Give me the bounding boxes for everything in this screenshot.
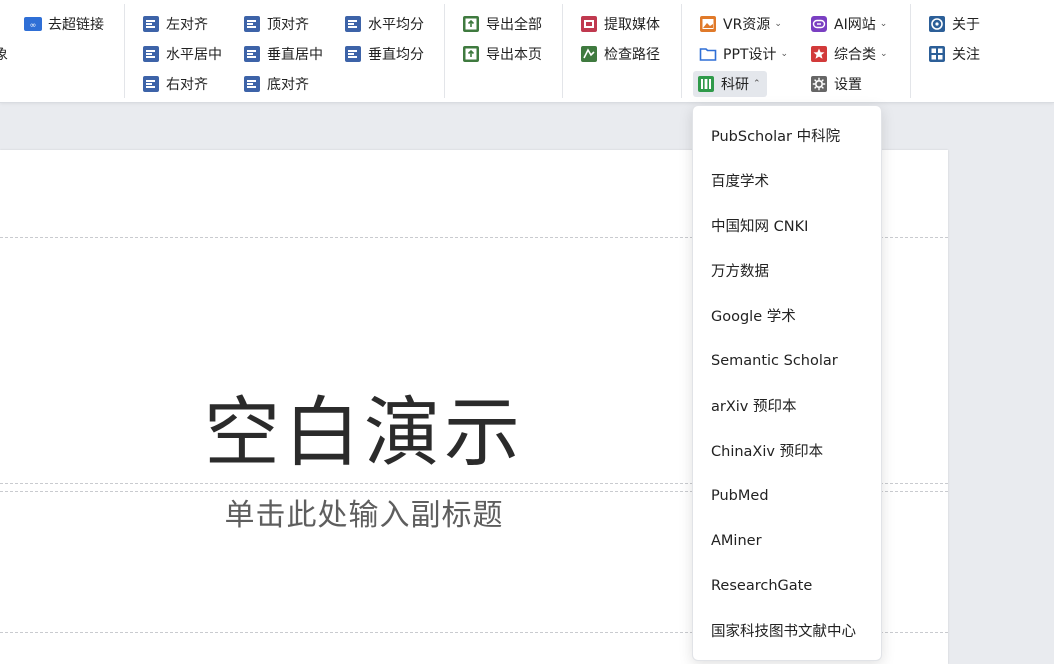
menu-item-nstl[interactable]: 国家科技图书文献中心 (693, 608, 881, 653)
menu-item-researchgate[interactable]: ResearchGate (693, 563, 881, 608)
menu-item-chinaxiv[interactable]: ChinaXiv 预印本 (693, 428, 881, 473)
ai-link-icon (810, 15, 828, 33)
distribute-h-label: 水平均分 (368, 17, 424, 33)
ribbon-separator (124, 4, 125, 98)
align-middle-v-label: 垂直居中 (267, 47, 323, 63)
align-center-icon (142, 45, 160, 63)
path-icon (580, 45, 598, 63)
align-left-icon (142, 15, 160, 33)
slide-subtitle[interactable]: 单击此处输入副标题 (0, 496, 728, 536)
settings-label: 设置 (834, 77, 862, 93)
image-icon (699, 15, 717, 33)
book-icon (697, 75, 715, 93)
align-bottom-label: 底对齐 (267, 77, 309, 93)
export-page-label: 导出本页 (486, 47, 542, 63)
distribute-v-icon (344, 45, 362, 63)
link-off-icon: ∞ (24, 15, 42, 33)
chevron-down-icon: ⌄ (774, 19, 782, 29)
align-bottom-button[interactable]: 底对齐 (243, 72, 309, 96)
research-label: 科研 (721, 77, 749, 93)
slide-title[interactable]: 空白演示 (0, 388, 728, 478)
vr-resources-dropdown[interactable]: VR资源 ⌄ (699, 12, 782, 36)
export-icon (462, 45, 480, 63)
align-right-label: 右对齐 (166, 77, 208, 93)
research-dropdown-menu: PubScholar 中科院 百度学术 中国知网 CNKI 万方数据 Googl… (692, 105, 882, 661)
partial-button-label: 象 (0, 47, 8, 63)
ai-sites-dropdown[interactable]: AI网站 ⌄ (810, 12, 887, 36)
general-dropdown[interactable]: 综合类 ⌄ (810, 42, 888, 66)
about-button[interactable]: 关于 (928, 12, 980, 36)
distribute-h-icon (344, 15, 362, 33)
align-center-h-label: 水平居中 (166, 47, 222, 63)
check-path-button[interactable]: 检查路径 (580, 42, 660, 66)
star-icon (810, 45, 828, 63)
menu-item-wanfang[interactable]: 万方数据 (693, 248, 881, 293)
distribute-v-label: 垂直均分 (368, 47, 424, 63)
distribute-h-button[interactable]: 水平均分 (344, 12, 424, 36)
align-left-button[interactable]: 左对齐 (142, 12, 208, 36)
general-label: 综合类 (834, 47, 876, 63)
menu-item-arxiv[interactable]: arXiv 预印本 (693, 383, 881, 428)
settings-button[interactable]: 设置 (810, 72, 862, 96)
align-top-label: 顶对齐 (267, 17, 309, 33)
ribbon-separator (444, 4, 445, 98)
remove-hyperlink-label: 去超链接 (48, 17, 104, 33)
export-all-button[interactable]: 导出全部 (462, 12, 542, 36)
export-all-label: 导出全部 (486, 17, 542, 33)
about-label: 关于 (952, 17, 980, 33)
chevron-down-icon: ⌄ (780, 49, 788, 59)
chevron-down-icon: ⌄ (880, 49, 888, 59)
align-bottom-icon (243, 75, 261, 93)
menu-item-aminer[interactable]: AMiner (693, 518, 881, 563)
export-icon (462, 15, 480, 33)
menu-item-google-scholar[interactable]: Google 学术 (693, 293, 881, 338)
extract-media-button[interactable]: 提取媒体 (580, 12, 660, 36)
gear-icon (810, 75, 828, 93)
chevron-down-icon: ⌄ (879, 19, 888, 29)
follow-label: 关注 (952, 47, 980, 63)
ppt-design-dropdown[interactable]: PPT设计 ⌄ (699, 42, 788, 66)
ribbon-separator (562, 4, 563, 98)
align-middle-icon (243, 45, 261, 63)
menu-item-baidu-scholar[interactable]: 百度学术 (693, 158, 881, 203)
menu-item-pubscholar[interactable]: PubScholar 中科院 (693, 113, 881, 158)
menu-item-pubmed[interactable]: PubMed (693, 473, 881, 518)
chevron-up-icon: ⌃ (753, 79, 761, 89)
ai-sites-label: AI网站 (834, 17, 876, 33)
follow-button[interactable]: 关注 (928, 42, 980, 66)
media-icon (580, 15, 598, 33)
align-center-h-button[interactable]: 水平居中 (142, 42, 222, 66)
qr-grid-icon (928, 45, 946, 63)
ribbon-separator (910, 4, 911, 98)
help-icon (928, 15, 946, 33)
align-right-icon (142, 75, 160, 93)
extract-media-label: 提取媒体 (604, 17, 660, 33)
align-middle-v-button[interactable]: 垂直居中 (243, 42, 323, 66)
align-right-button[interactable]: 右对齐 (142, 72, 208, 96)
ppt-design-label: PPT设计 (723, 47, 777, 63)
align-left-label: 左对齐 (166, 17, 208, 33)
remove-hyperlink-button[interactable]: ∞ 去超链接 (24, 12, 104, 36)
menu-item-semantic-scholar[interactable]: Semantic Scholar (693, 338, 881, 383)
distribute-v-button[interactable]: 垂直均分 (344, 42, 424, 66)
ribbon-separator (681, 4, 682, 98)
folder-icon (699, 45, 717, 63)
menu-item-cnki[interactable]: 中国知网 CNKI (693, 203, 881, 248)
partial-button[interactable]: 象 (0, 42, 8, 66)
vr-resources-label: VR资源 (723, 17, 771, 33)
check-path-label: 检查路径 (604, 47, 660, 63)
align-top-icon (243, 15, 261, 33)
research-dropdown[interactable]: 科研 ⌃ (693, 71, 767, 97)
export-page-button[interactable]: 导出本页 (462, 42, 542, 66)
align-top-button[interactable]: 顶对齐 (243, 12, 309, 36)
ribbon-toolbar: 象 ∞ 去超链接 左对齐 水平居中 右对齐 顶对齐 垂直居中 底对齐 水平均分 … (0, 0, 1054, 103)
svg-text:∞: ∞ (30, 21, 37, 30)
